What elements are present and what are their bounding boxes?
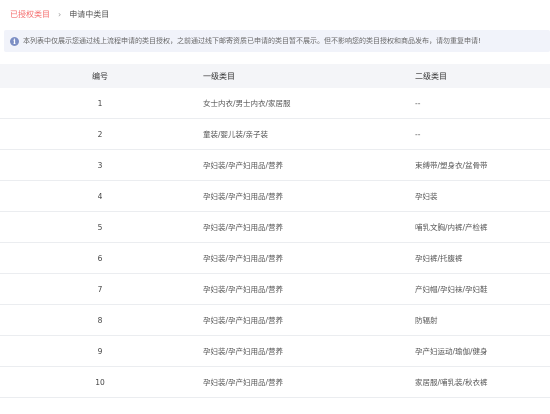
- row-category1: 孕妇装/孕产妇用品/营养: [203, 284, 284, 294]
- row-category2: --: [415, 129, 421, 139]
- row-index: 7: [97, 284, 103, 294]
- table-row: 2 童装/婴儿装/亲子装 --: [0, 119, 550, 150]
- row-category1: 孕妇装/孕产妇用品/营养: [203, 191, 284, 201]
- notice-text: 本列表中仅展示您通过线上流程申请的类目授权，之前通过线下邮寄资质已申请的类目暂不…: [23, 37, 481, 45]
- row-category1: 孕妇装/孕产妇用品/营养: [203, 377, 284, 387]
- row-index: 4: [97, 191, 103, 201]
- header-index: 编号: [92, 71, 108, 81]
- header-category1: 一级类目: [203, 71, 235, 81]
- table-row: 8 孕妇装/孕产妇用品/营养 防辐射: [0, 305, 550, 336]
- row-index: 8: [97, 315, 103, 325]
- category-table: 编号 一级类目 二级类目 1 女士内衣/男士内衣/家居服 -- 2 童装/婴儿装/亲子装…: [0, 64, 550, 398]
- row-index: 3: [97, 160, 103, 170]
- row-index: 5: [97, 222, 103, 232]
- row-index: 6: [97, 253, 103, 263]
- row-category2: 哺乳文胸/内裤/产检裤: [415, 222, 488, 232]
- table-row: 9 孕妇装/孕产妇用品/营养 孕产妇运动/瑜伽/健身: [0, 336, 550, 367]
- row-index: 9: [97, 346, 103, 356]
- table-header: 编号 一级类目 二级类目: [0, 64, 550, 88]
- row-category2: 产妇帽/孕妇袜/孕妇鞋: [415, 284, 488, 294]
- info-icon: i: [10, 36, 19, 46]
- table-row: 5 孕妇装/孕产妇用品/营养 哺乳文胸/内裤/产检裤: [0, 212, 550, 243]
- row-category2: 孕产妇运动/瑜伽/健身: [415, 346, 488, 356]
- table-row: 6 孕妇装/孕产妇用品/营养 孕妇裤/托腹裤: [0, 243, 550, 274]
- table-row: 10 孕妇装/孕产妇用品/营养 家居服/哺乳装/秋衣裤: [0, 367, 550, 398]
- row-index: 2: [97, 129, 103, 139]
- row-category1: 孕妇装/孕产妇用品/营养: [203, 315, 284, 325]
- row-category1: 女士内衣/男士内衣/家居服: [203, 98, 291, 108]
- table-row: 7 孕妇装/孕产妇用品/营养 产妇帽/孕妇袜/孕妇鞋: [0, 274, 550, 305]
- header-category2: 二级类目: [415, 71, 447, 81]
- row-index: 1: [97, 98, 103, 108]
- row-category1: 童装/婴儿装/亲子装: [203, 129, 269, 139]
- row-category1: 孕妇装/孕产妇用品/营养: [203, 346, 284, 356]
- row-index: 10: [95, 377, 105, 387]
- row-category2: 孕妇裤/托腹裤: [415, 253, 463, 263]
- row-category2: --: [415, 98, 421, 108]
- table-body: 1 女士内衣/男士内衣/家居服 -- 2 童装/婴儿装/亲子装 -- 3 孕妇装/孕产妇用品/…: [0, 88, 550, 398]
- breadcrumb: 已授权类目 › 申请中类目: [10, 8, 109, 22]
- row-category1: 孕妇装/孕产妇用品/营养: [203, 160, 284, 170]
- row-category2: 孕妇装: [415, 191, 438, 201]
- row-category1: 孕妇装/孕产妇用品/营养: [203, 253, 284, 263]
- breadcrumb-separator-icon: ›: [58, 10, 62, 19]
- table-row: 1 女士内衣/男士内衣/家居服 --: [0, 88, 550, 119]
- row-category2: 家居服/哺乳装/秋衣裤: [415, 377, 488, 387]
- table-row: 4 孕妇装/孕产妇用品/营养 孕妇装: [0, 181, 550, 212]
- table-row: 3 孕妇装/孕产妇用品/营养 束缚带/塑身衣/盆骨带: [0, 150, 550, 181]
- breadcrumb-current: 申请中类目: [69, 10, 110, 19]
- row-category2: 防辐射: [415, 315, 438, 325]
- breadcrumb-authorized-categories[interactable]: 已授权类目: [10, 9, 50, 21]
- row-category2: 束缚带/塑身衣/盆骨带: [415, 160, 488, 170]
- notice-banner: i 本列表中仅展示您通过线上流程申请的类目授权，之前通过线下邮寄资质已申请的类目…: [4, 30, 550, 52]
- row-category1: 孕妇装/孕产妇用品/营养: [203, 222, 284, 232]
